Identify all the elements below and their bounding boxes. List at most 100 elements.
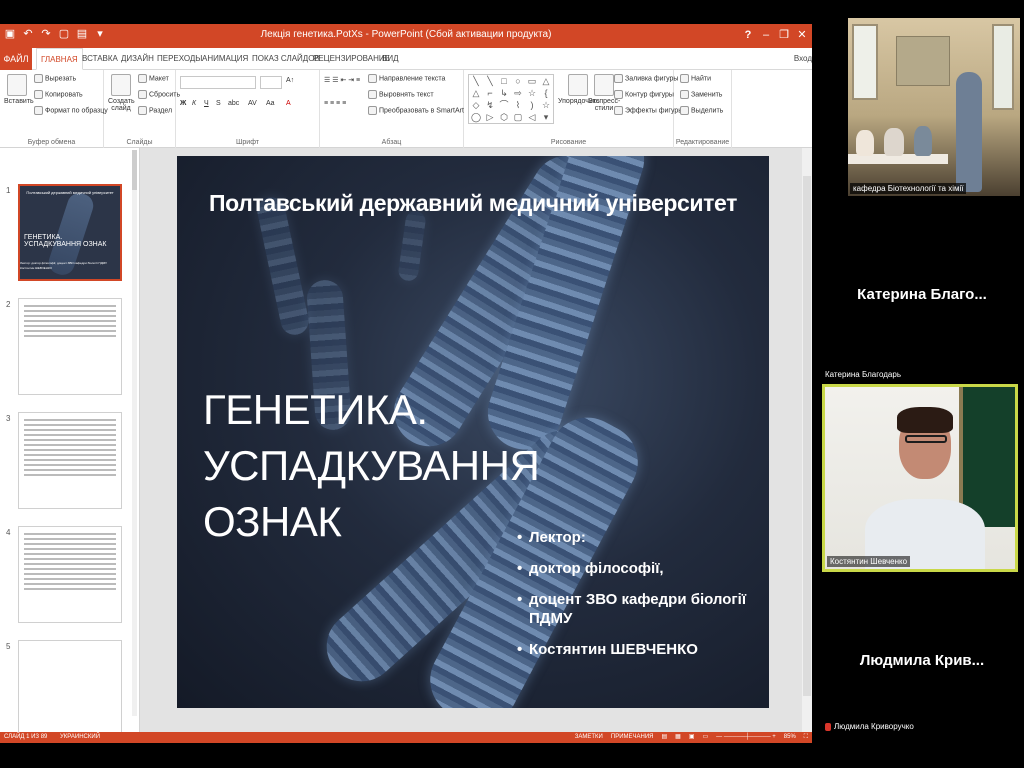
layout-icon — [138, 74, 147, 83]
slide-thumbnail-5[interactable] — [18, 640, 122, 737]
shape-effects-button[interactable]: Эффекты фигуры — [614, 106, 683, 115]
reading-view-icon[interactable]: ▣ — [689, 732, 695, 743]
fit-slide-icon[interactable]: ⛶ — [804, 732, 808, 743]
section-button[interactable]: Раздел — [138, 106, 172, 115]
help-button[interactable]: ? — [740, 27, 756, 43]
active-speaker-tile[interactable]: Костянтин Шевченко — [822, 384, 1018, 572]
brush-icon — [34, 106, 43, 115]
slideshow-icon[interactable]: ▭ — [703, 732, 709, 743]
thumbnail-scrollbar[interactable] — [132, 150, 137, 716]
shadow-button[interactable]: S — [216, 100, 221, 107]
window-controls: ? – ❐ ✕ — [740, 27, 810, 43]
font-family-select[interactable] — [180, 76, 256, 89]
slide-thumbnail-3[interactable] — [18, 412, 122, 509]
restore-button[interactable]: ❐ — [776, 27, 792, 43]
participant-video-tile[interactable]: кафедра Біотехнології та хімії — [848, 18, 1020, 196]
shape-outline-button[interactable]: Контур фигуры — [614, 90, 674, 99]
paste-button[interactable]: Вставить — [4, 74, 34, 105]
group-label: Абзац — [381, 139, 402, 146]
zoom-slider[interactable]: — ─────┼───── + — [716, 732, 776, 743]
sorter-view-icon[interactable]: ▦ — [675, 732, 681, 743]
tab-slideshow[interactable]: ПОКАЗ СЛАЙДОВ — [252, 48, 320, 70]
bullets-button[interactable]: ☰ ☰ ⇤ ⇥ ≡ — [324, 76, 360, 84]
font-size-select[interactable] — [260, 76, 282, 89]
tab-insert[interactable]: ВСТАВКА — [82, 48, 118, 70]
zoom-level[interactable]: 85% — [784, 732, 796, 743]
powerpoint-titlebar: ▣ ↶ ↷ ▢ ▤ ▾ Лекція генетика.PotXs - Powe… — [0, 24, 812, 48]
mic-muted-icon — [825, 722, 831, 731]
participant-tile[interactable]: Людмила Крив... Людмила Криворучко — [820, 580, 1024, 750]
bullet-item: Лектор: — [517, 528, 747, 547]
current-slide[interactable]: Полтавський державний медичний університ… — [177, 156, 769, 708]
spacing-button[interactable]: AV — [248, 100, 257, 107]
video-person — [914, 126, 932, 156]
slide-thumbnail-2[interactable] — [18, 298, 122, 395]
tab-design[interactable]: ДИЗАЙН — [121, 48, 154, 70]
align-text-button[interactable]: Выровнять текст — [368, 90, 434, 99]
layout-button[interactable]: Макет — [138, 74, 169, 83]
paragraph-group: ☰ ☰ ⇤ ⇥ ≡ ≡ ≡ ≡ ≡ Направление текста Выр… — [320, 70, 464, 148]
format-painter-button[interactable]: Формат по образцу — [34, 106, 108, 115]
notes-button[interactable]: ЗАМЕТКИ — [575, 732, 603, 743]
text-direction-button[interactable]: Направление текста — [368, 74, 445, 83]
university-title: Полтавський державний медичний університ… — [209, 190, 737, 216]
font-grow-button[interactable]: A↑ — [286, 77, 294, 84]
participant-tile[interactable]: Катерина Благо... Катерина Благодарь — [820, 210, 1024, 380]
select-button[interactable]: Выделить — [680, 106, 723, 115]
tab-transitions[interactable]: ПЕРЕХОДЫ — [157, 48, 202, 70]
ribbon-tabs: ФАЙЛ ГЛАВНАЯ ВСТАВКА ДИЗАЙН ПЕРЕХОДЫ АНИ… — [0, 48, 812, 70]
group-label: Рисование — [550, 139, 587, 146]
binoculars-icon — [680, 74, 689, 83]
scrollbar-thumb[interactable] — [803, 176, 811, 696]
cut-button[interactable]: Вырезать — [34, 74, 76, 83]
minimize-button[interactable]: – — [758, 27, 774, 43]
tab-review[interactable]: РЕЦЕНЗИРОВАНИЕ — [313, 48, 390, 70]
video-window — [852, 24, 878, 100]
font-color-button[interactable]: A — [286, 100, 291, 107]
find-button[interactable]: Найти — [680, 74, 711, 83]
effects-icon — [614, 106, 623, 115]
slide-thumbnail-1[interactable]: Полтавський державний медичний університ… — [18, 184, 122, 281]
group-label: Редактирование — [675, 139, 730, 146]
scrollbar-thumb[interactable] — [132, 150, 137, 190]
slide-thumbnail-4[interactable] — [18, 526, 122, 623]
shapes-gallery[interactable]: ╲ ╲ □ ○ ▭ △ △ ⌐ ↳ ⇨ ☆{ ◇ ↯ ⌒ ⌇) ☆ ◯ ▷ ⬡ ▢ ◁ ▾ — [468, 74, 554, 124]
case-button[interactable]: Aa — [266, 100, 275, 107]
smartart-icon — [368, 106, 377, 115]
copy-icon — [34, 90, 43, 99]
comments-button[interactable]: ПРИМЕЧАНИЯ — [611, 732, 654, 743]
editing-group: Найти Заменить Выделить Редактирование — [674, 70, 732, 148]
thumbnail-number: 2 — [6, 300, 11, 309]
normal-view-icon[interactable]: ▤ — [661, 732, 667, 743]
replace-button[interactable]: Заменить — [680, 90, 722, 99]
shared-powerpoint-window: ▣ ↶ ↷ ▢ ▤ ▾ Лекція генетика.PotXs - Powe… — [0, 24, 812, 743]
font-group: A↑ Ж К Ч S abc AV Aa A Шрифт — [176, 70, 320, 148]
slide-thumbnail-pane: 1 Полтавський державний медичний універс… — [0, 148, 140, 737]
cursor-icon — [680, 106, 689, 115]
pen-icon — [614, 90, 623, 99]
quick-styles-icon — [594, 74, 614, 96]
thumbnail-heading: ГЕНЕТИКА. УСПАДКУВАННЯ ОЗНАК — [24, 234, 107, 248]
slide-scrollbar[interactable] — [802, 148, 812, 732]
close-button[interactable]: ✕ — [794, 27, 810, 43]
video-person — [856, 130, 874, 156]
tab-view[interactable]: ВИД — [382, 48, 399, 70]
align-buttons[interactable]: ≡ ≡ ≡ ≡ — [324, 100, 346, 107]
bold-button[interactable]: Ж — [180, 100, 186, 107]
strikethrough-button[interactable]: abc — [228, 100, 239, 107]
italic-button[interactable]: К — [192, 100, 196, 107]
sign-in-link[interactable]: Вход — [794, 48, 812, 70]
copy-button[interactable]: Копировать — [34, 90, 83, 99]
reset-icon — [138, 90, 147, 99]
underline-button[interactable]: Ч — [204, 100, 209, 107]
video-person — [884, 128, 904, 156]
shape-fill-button[interactable]: Заливка фигуры — [614, 74, 678, 83]
tab-home[interactable]: ГЛАВНАЯ — [36, 48, 83, 70]
smartart-button[interactable]: Преобразовать в SmartArt — [368, 106, 464, 115]
reset-button[interactable]: Сбросить — [138, 90, 180, 99]
tab-animation[interactable]: АНИМАЦИЯ — [202, 48, 248, 70]
tab-file[interactable]: ФАЙЛ — [0, 48, 32, 70]
status-bar: СЛАЙД 1 ИЗ 89 УКРАИНСКИЙ ЗАМЕТКИ ПРИМЕЧА… — [0, 732, 812, 743]
new-slide-button[interactable]: Создать слайд — [108, 74, 135, 112]
language-indicator[interactable]: УКРАИНСКИЙ — [60, 732, 100, 743]
